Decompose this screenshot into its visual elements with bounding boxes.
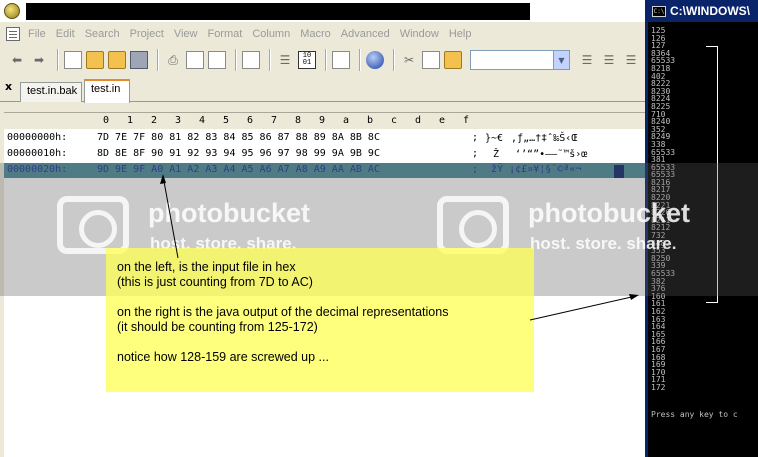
arrow-to-hex: [162, 175, 179, 259]
annotation-arrows: [160, 174, 639, 321]
arrow-to-hex-head: [160, 174, 166, 184]
arrow-to-console: [529, 295, 637, 321]
arrow-to-console-head: [629, 294, 639, 300]
